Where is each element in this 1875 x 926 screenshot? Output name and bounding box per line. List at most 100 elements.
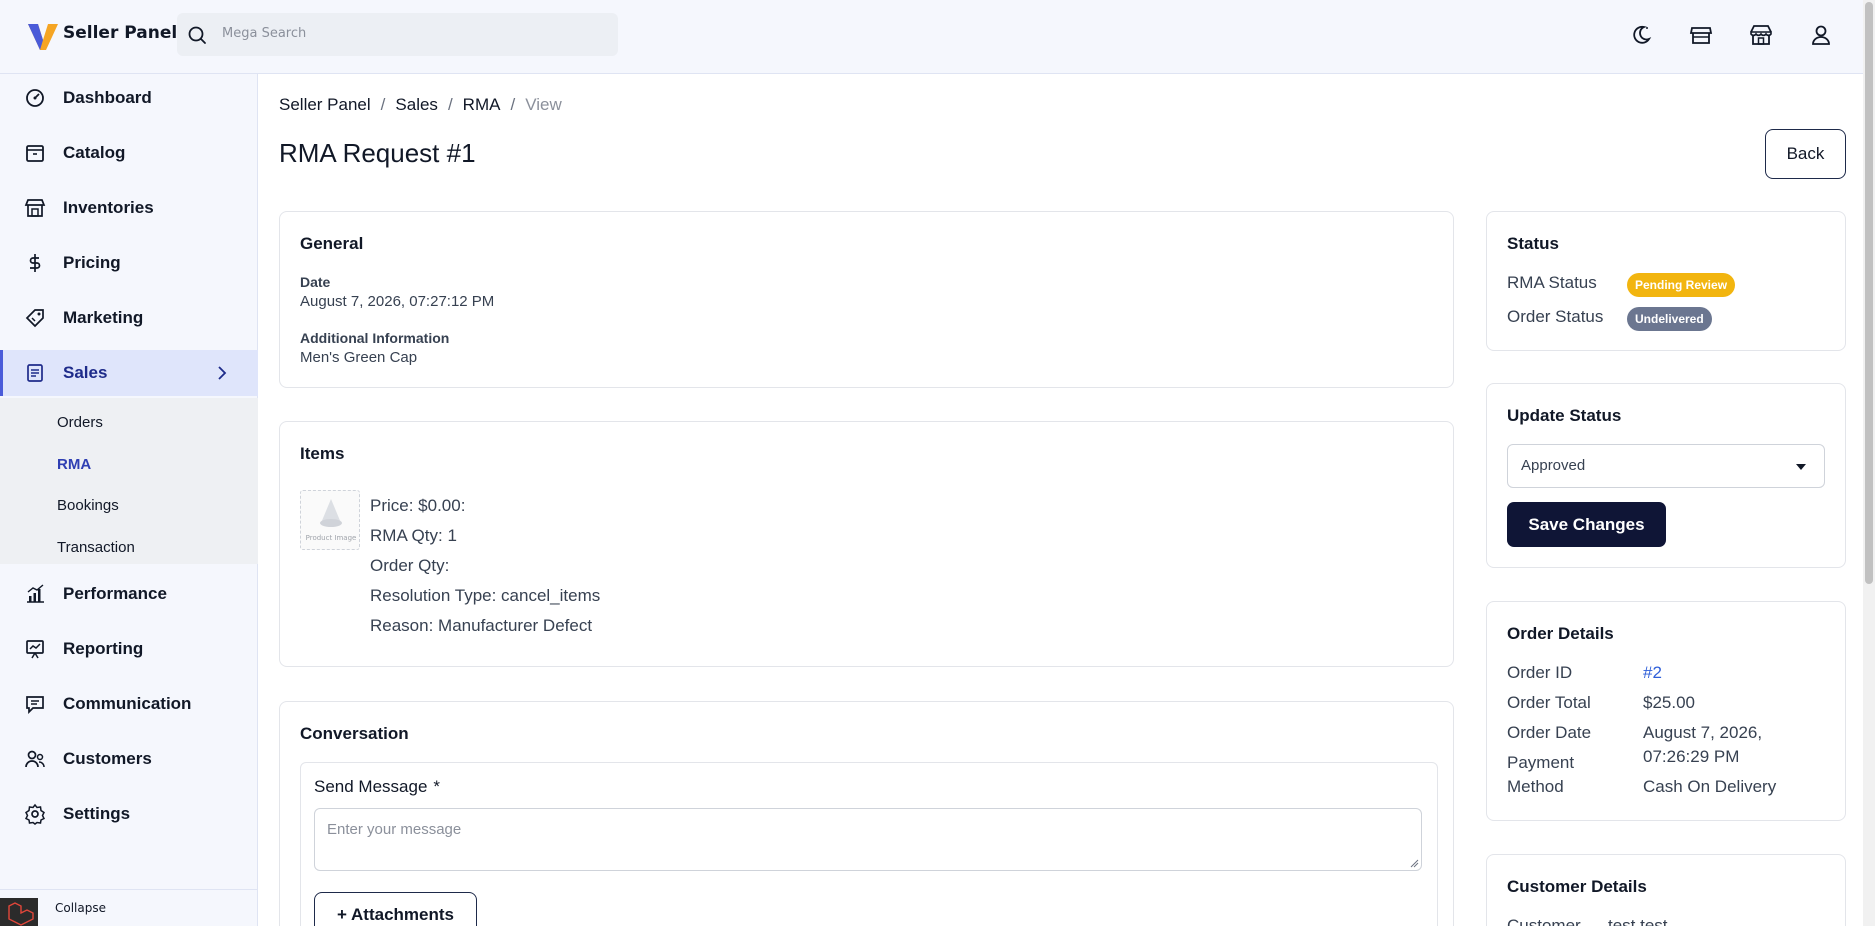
- item-rma-qty: RMA Qty: 1: [370, 526, 457, 545]
- sidebar-item-customers[interactable]: Customers: [0, 736, 258, 782]
- conversation-card: Conversation Send Message * Enter your me…: [279, 701, 1454, 926]
- sidebar-item-label: Communication: [63, 694, 192, 713]
- sidebar-item-pricing[interactable]: Pricing: [0, 240, 258, 286]
- order-date-value-line2: 07:26:29 PM: [1643, 747, 1740, 766]
- shop-icon[interactable]: [1748, 22, 1774, 48]
- send-message-text: Send Message: [314, 777, 428, 796]
- customer-value: test test: [1608, 916, 1668, 926]
- item-price: Price: $0.00:: [370, 496, 466, 515]
- back-button[interactable]: Back: [1765, 129, 1846, 179]
- sales-submenu: Orders RMA Bookings Transaction: [0, 398, 258, 564]
- order-id-label: Order ID: [1507, 663, 1573, 682]
- additional-info-label: Additional Information: [300, 330, 450, 346]
- breadcrumb-view: View: [525, 95, 562, 114]
- dashboard-icon: [26, 89, 44, 107]
- chevron-right-icon: [218, 366, 227, 380]
- order-details-card: Order Details Order ID #2 Order Total $2…: [1486, 601, 1846, 821]
- resize-handle-icon[interactable]: [1410, 859, 1419, 868]
- mega-search[interactable]: Mega Search: [177, 13, 618, 56]
- additional-info-value: Men's Green Cap: [300, 349, 418, 366]
- message-placeholder: Enter your message: [327, 821, 462, 838]
- card-title: General: [300, 234, 364, 253]
- user-icon[interactable]: [1808, 22, 1834, 48]
- order-total-value: $25.00: [1643, 693, 1695, 712]
- scrollbar-thumb[interactable]: [1865, 2, 1873, 584]
- sidebar-item-performance[interactable]: Performance: [0, 571, 258, 617]
- presentation-icon: [26, 640, 44, 659]
- card-title: Update Status: [1507, 406, 1622, 425]
- general-card: General Date August 7, 2026, 07:27:12 PM…: [279, 211, 1454, 388]
- page-scrollbar[interactable]: [1863, 0, 1875, 926]
- status-select[interactable]: Approved: [1507, 444, 1825, 488]
- sidebar-item-sales[interactable]: Sales: [0, 350, 258, 396]
- page-title: RMA Request #1: [279, 138, 476, 168]
- search-icon: [188, 26, 206, 44]
- payment-method-label-line1: Payment: [1507, 753, 1575, 772]
- card-title: Order Details: [1507, 624, 1614, 643]
- image-placeholder-icon: [320, 499, 342, 527]
- submenu-item-rma[interactable]: RMA: [57, 456, 91, 473]
- sidebar-item-label: Marketing: [63, 308, 144, 327]
- update-status-card: Update Status Approved Save Changes: [1486, 383, 1846, 568]
- sidebar-item-label: Pricing: [63, 253, 121, 272]
- sidebar-item-dashboard[interactable]: Dashboard: [0, 75, 258, 121]
- box-icon: [26, 145, 44, 162]
- sidebar-item-communication[interactable]: Communication: [0, 681, 258, 727]
- sidebar-item-catalog[interactable]: Catalog: [0, 130, 258, 176]
- brand-name[interactable]: Seller Panel: [63, 23, 177, 43]
- sidebar: Dashboard Catalog Inventories Pricing Ma…: [0, 74, 258, 926]
- dollar-icon: [29, 254, 41, 272]
- message-input[interactable]: Enter your message: [314, 808, 1422, 871]
- submenu-item-orders[interactable]: Orders: [57, 414, 103, 431]
- sidebar-item-label: Performance: [63, 584, 167, 603]
- users-icon: [25, 750, 45, 768]
- item-resolution-type: Resolution Type: cancel_items: [370, 586, 601, 605]
- order-status-badge: Undelivered: [1627, 307, 1712, 331]
- dark-mode-icon[interactable]: [1628, 22, 1654, 48]
- sidebar-item-label: Dashboard: [63, 88, 152, 107]
- sidebar-item-label: Inventories: [63, 198, 154, 217]
- item-reason: Reason: Manufacturer Defect: [370, 616, 593, 635]
- item-order-qty: Order Qty:: [370, 556, 450, 575]
- attachments-button[interactable]: + Attachments: [314, 892, 477, 926]
- status-select-value: Approved: [1521, 457, 1586, 474]
- order-total-label: Order Total: [1507, 693, 1591, 712]
- breadcrumb-sales[interactable]: Sales: [395, 95, 438, 114]
- collapse-toggle[interactable]: Collapse: [0, 889, 258, 926]
- sidebar-item-label: Customers: [63, 749, 152, 768]
- card-title: Items: [300, 444, 345, 463]
- breadcrumb-rma[interactable]: RMA: [463, 95, 501, 114]
- tag-icon: [25, 309, 44, 328]
- sidebar-item-label: Sales: [63, 363, 108, 382]
- store-icon[interactable]: [1688, 22, 1714, 48]
- breadcrumb-separator: /: [447, 95, 453, 114]
- required-mark: *: [433, 777, 441, 796]
- breadcrumb-separator: /: [510, 95, 516, 114]
- card-title: Customer Details: [1507, 877, 1647, 896]
- search-placeholder: Mega Search: [222, 26, 307, 41]
- order-status-label: Order Status: [1507, 307, 1604, 326]
- customer-label: Customer: [1507, 916, 1581, 926]
- sidebar-item-settings[interactable]: Settings: [0, 791, 258, 837]
- breadcrumb-seller-panel[interactable]: Seller Panel: [279, 95, 371, 114]
- order-date-value-line1: August 7, 2026,: [1643, 723, 1763, 742]
- gear-icon: [24, 803, 46, 825]
- card-title: Status: [1507, 234, 1559, 253]
- submenu-item-bookings[interactable]: Bookings: [57, 497, 119, 514]
- sidebar-item-inventories[interactable]: Inventories: [0, 185, 258, 231]
- order-id-link[interactable]: #2: [1643, 663, 1662, 683]
- bar-chart-icon: [27, 584, 44, 603]
- send-message-form: Send Message * Enter your message + Attac…: [300, 762, 1438, 926]
- breadcrumb-separator: /: [380, 95, 386, 114]
- save-changes-button[interactable]: Save Changes: [1507, 502, 1666, 547]
- items-card: Items Product Image Price: $0.00: RMA Qt…: [279, 421, 1454, 667]
- sidebar-item-label: Settings: [63, 804, 131, 823]
- date-label: Date: [300, 274, 331, 290]
- rma-status-label: RMA Status: [1507, 273, 1597, 292]
- product-image-text: Product Image: [305, 534, 357, 542]
- customer-details-card: Customer Details Customer test test: [1486, 854, 1846, 926]
- sidebar-item-reporting[interactable]: Reporting: [0, 626, 258, 672]
- submenu-item-transaction[interactable]: Transaction: [57, 539, 135, 556]
- sidebar-item-marketing[interactable]: Marketing: [0, 295, 258, 341]
- status-card: Status RMA Status Pending Review Order S…: [1486, 211, 1846, 351]
